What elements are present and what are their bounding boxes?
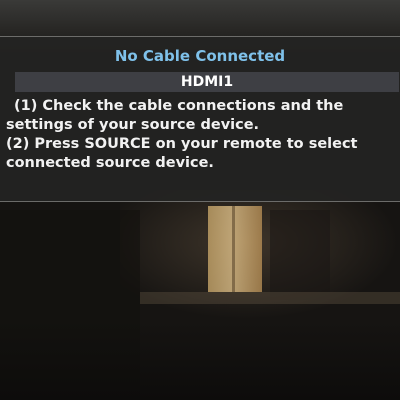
dialog-title: No Cable Connected	[114, 47, 286, 65]
instruction-1: (1) Check the cable connections and the …	[6, 98, 344, 133]
shelf-reflection	[140, 292, 400, 304]
source-name: HDMI1	[180, 74, 234, 90]
source-name-bar: HDMI1	[15, 72, 399, 92]
instructions: (1) Check the cable connections and the …	[6, 97, 400, 173]
window-frame-reflection	[232, 206, 235, 292]
floor-darkness	[0, 320, 400, 400]
window-reflection	[208, 206, 262, 292]
no-signal-dialog: No Cable Connected HDMI1 (1) Check the c…	[0, 36, 400, 202]
door-shadow	[270, 210, 330, 300]
instruction-2: (2) Press SOURCE on your remote to selec…	[6, 136, 358, 171]
